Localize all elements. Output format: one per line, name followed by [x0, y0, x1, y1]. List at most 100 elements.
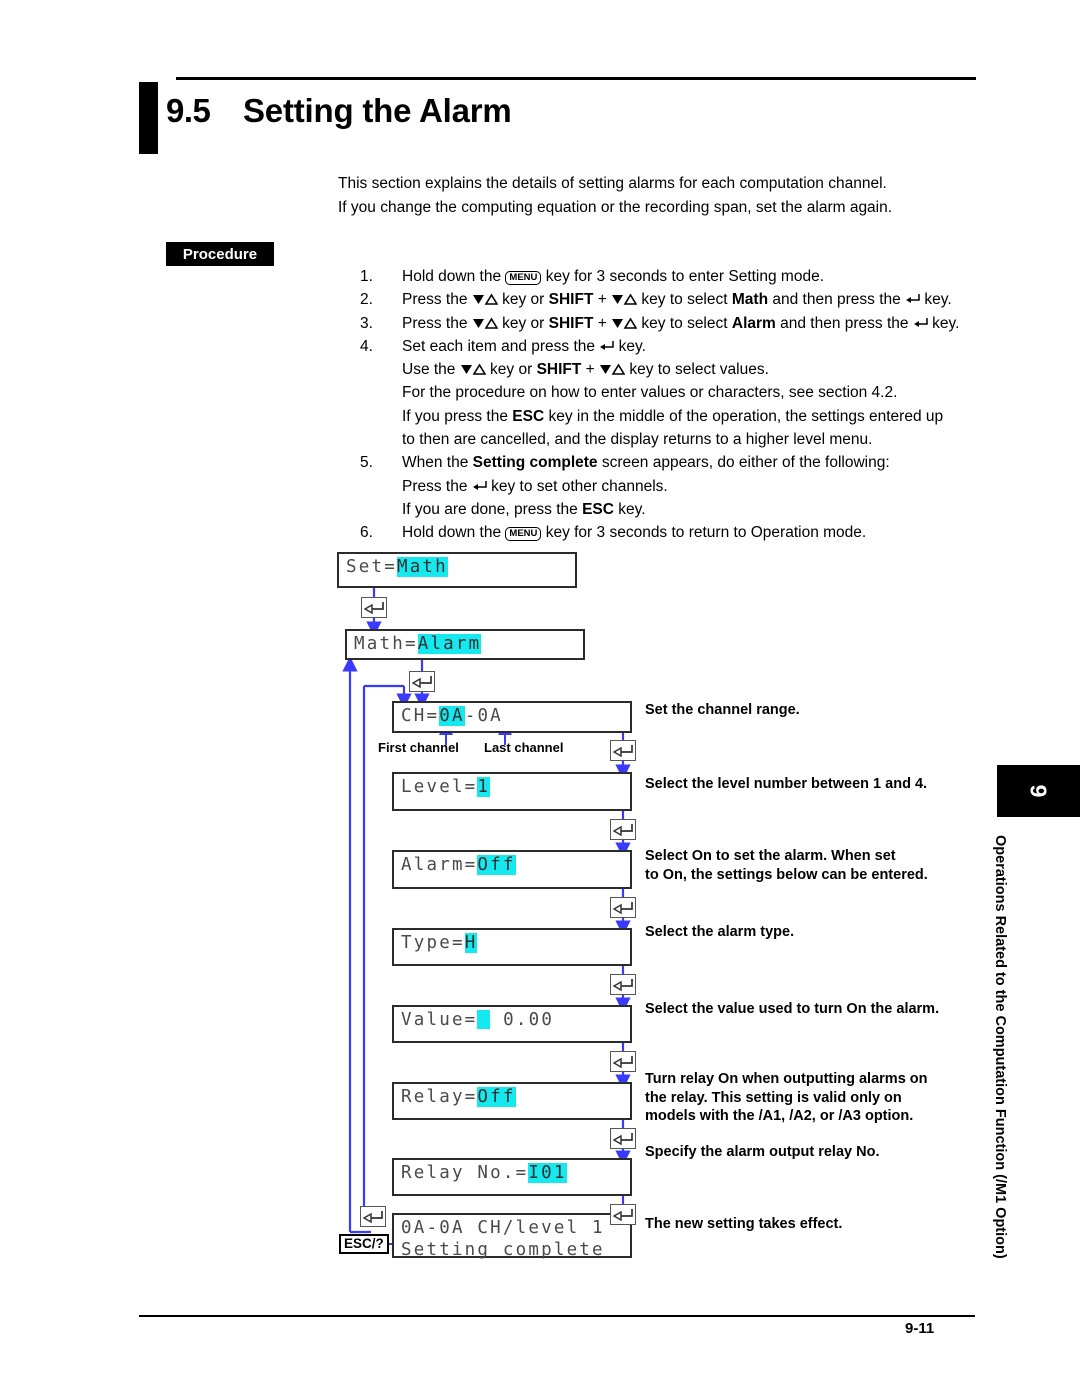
- lcd-prefix: Relay No.=: [401, 1163, 529, 1183]
- annotation-relay-line-1: Turn relay On when outputting alarms on: [645, 1071, 928, 1087]
- up-down-key-icon: [599, 363, 626, 375]
- step-6-number: 6.: [360, 524, 373, 542]
- annotation-alarm: Select On to set the alarm. When set to …: [645, 847, 928, 884]
- section-number: 9.5: [166, 92, 211, 129]
- step-3-target: Alarm: [731, 314, 776, 332]
- step-5-done-b: key.: [618, 500, 646, 518]
- lcd-prefix: CH=: [401, 706, 440, 726]
- step-2-target: Math: [731, 291, 769, 309]
- step-5: 5. When the Setting complete screen appe…: [360, 451, 980, 474]
- step-4-use-c: key to select values.: [629, 361, 769, 379]
- lcd-highlight: 0A: [439, 706, 465, 726]
- enter-key-icon: [472, 480, 487, 492]
- lcd-highlight: Alarm: [417, 634, 482, 654]
- chapter-tab-number: 9: [1026, 784, 1052, 798]
- step-6: 6. Hold down the MENU key for 3 seconds …: [360, 521, 980, 544]
- lcd-highlight: Math: [396, 557, 448, 577]
- annotation-relay-line-3: models with the /A1, /A2, or /A3 option.: [645, 1108, 914, 1124]
- up-down-key-icon: [472, 317, 498, 329]
- step-1-number: 1.: [360, 268, 373, 285]
- step-6-text-b: key for 3 seconds to return to Operation…: [545, 524, 867, 542]
- enter-key-icon: [913, 317, 928, 329]
- step-3: 3. Press the key or SHIFT + key to selec…: [360, 312, 980, 335]
- annotation-level: Select the level number between 1 and 4.: [645, 776, 928, 792]
- enter-key-icon: [610, 740, 636, 761]
- step-3-text-b: key or: [502, 314, 545, 332]
- lcd-screen-set-math: Set=Math: [337, 552, 577, 588]
- enter-key-icon: [610, 1051, 636, 1072]
- enter-key-icon: [610, 1128, 636, 1149]
- annotation-ch-range: Set the channel range.: [645, 702, 800, 718]
- step-4-sub-esc-2: to then are cancelled, and the display r…: [360, 428, 980, 451]
- up-down-key-icon: [611, 317, 638, 329]
- lcd-suffix: -0A: [464, 706, 503, 726]
- lcd-highlight: H: [464, 933, 478, 953]
- lcd-screen-setting-complete: 0A-0A CH/level 1 Setting complete: [392, 1213, 632, 1260]
- lcd-highlight: 1: [477, 777, 491, 797]
- step-4-esc-b: key in the middle of the operation, the …: [548, 407, 944, 425]
- step-4-esc-a: If you press the: [402, 407, 508, 425]
- step-1-text-a: Hold down the: [402, 268, 502, 285]
- step-4-use-b: key or: [490, 361, 533, 379]
- step-2: 2. Press the key or SHIFT + key to selec…: [360, 288, 980, 311]
- step-4-text-a: Set each item and press the: [402, 337, 596, 355]
- annotation-alarm-line-2: to On, the settings below can be entered…: [645, 866, 928, 883]
- footer-rule: [139, 1315, 975, 1317]
- lcd-prefix: Set=: [346, 557, 397, 577]
- step-4-section-ref: For the procedure on how to enter values…: [402, 384, 898, 402]
- menu-key-icon: MENU: [505, 527, 542, 542]
- lcd-screen-ch-range: CH=0A-0A: [392, 701, 632, 733]
- step-5-text-b: screen appears, do either of the followi…: [601, 454, 890, 472]
- menu-key-icon: MENU: [505, 271, 542, 285]
- step-2-text-b: key or: [502, 291, 545, 309]
- annotation-relay-no: Specify the alarm output relay No.: [645, 1144, 880, 1160]
- annotation-alarm-line-1: Select On to set the alarm. When set: [645, 848, 896, 864]
- step-5-done-a: If you are done, press the: [402, 500, 578, 518]
- step-6-text-a: Hold down the: [402, 524, 502, 542]
- chapter-tab-label: Operations Related to the Computation Fu…: [992, 835, 1008, 1259]
- step-5-sub-done: If you are done, press the ESC key.: [360, 498, 980, 521]
- step-4-number: 4.: [360, 337, 373, 355]
- enter-key-icon: [409, 671, 435, 692]
- step-4-sub-esc-1: If you press the ESC key in the middle o…: [360, 405, 980, 428]
- first-channel-label: First channel: [378, 740, 459, 755]
- step-5-bold: Setting complete: [472, 454, 598, 472]
- annotation-relay-line-2: the relay. This setting is valid only on: [645, 1089, 902, 1106]
- lcd-screen-alarm-onoff: Alarm=Off: [392, 850, 632, 889]
- lcd-screen-value: Value= 0.00: [392, 1005, 632, 1043]
- intro-line-2: If you change the computing equation or …: [338, 199, 893, 216]
- procedure-steps: 1. Hold down the MENU key for 3 seconds …: [360, 265, 980, 545]
- step-2-text-a: Press the: [402, 291, 468, 309]
- step-1: 1. Hold down the MENU key for 3 seconds …: [360, 265, 980, 288]
- lcd-screen-type: Type=H: [392, 928, 632, 966]
- up-down-key-icon: [611, 293, 638, 306]
- lcd-highlight: Off: [477, 855, 516, 875]
- lcd-prefix: Value=: [401, 1010, 478, 1030]
- lcd-complete-line-2: Setting complete: [401, 1240, 605, 1260]
- step-3-text-d: and then press the: [780, 314, 909, 332]
- enter-key-icon: [610, 819, 636, 840]
- enter-key-icon: [610, 974, 636, 995]
- lcd-cursor-block: [477, 1010, 491, 1029]
- lcd-complete-line-1: 0A-0A CH/level 1: [401, 1218, 605, 1238]
- lcd-screen-relay-onoff: Relay=Off: [392, 1082, 632, 1120]
- step-3-number: 3.: [360, 314, 373, 332]
- last-channel-label: Last channel: [484, 740, 564, 755]
- step-4-text-b: key.: [618, 337, 646, 355]
- header-rule: [176, 77, 976, 80]
- step-5-press-b: key to set other channels.: [491, 477, 668, 495]
- lcd-prefix: Level=: [401, 777, 478, 797]
- intro-paragraph: This section explains the details of set…: [338, 172, 988, 220]
- step-5-text-a: When the: [402, 454, 469, 472]
- lcd-prefix: Math=: [354, 634, 418, 654]
- step-3-text-a: Press the: [402, 314, 468, 332]
- step-4-esc-key: ESC: [512, 407, 545, 425]
- step-3-text-e: key.: [932, 314, 960, 332]
- step-4-use-a: Use the: [402, 361, 456, 379]
- up-down-key-icon: [460, 363, 486, 375]
- step-1-text-b: key for 3 seconds to enter Setting mode.: [545, 268, 824, 285]
- enter-key-icon: [610, 897, 636, 918]
- step-2-text-e: key.: [924, 291, 952, 309]
- step-4: 4. Set each item and press the key.: [360, 335, 980, 358]
- esc-key-button[interactable]: ESC/?: [339, 1234, 389, 1254]
